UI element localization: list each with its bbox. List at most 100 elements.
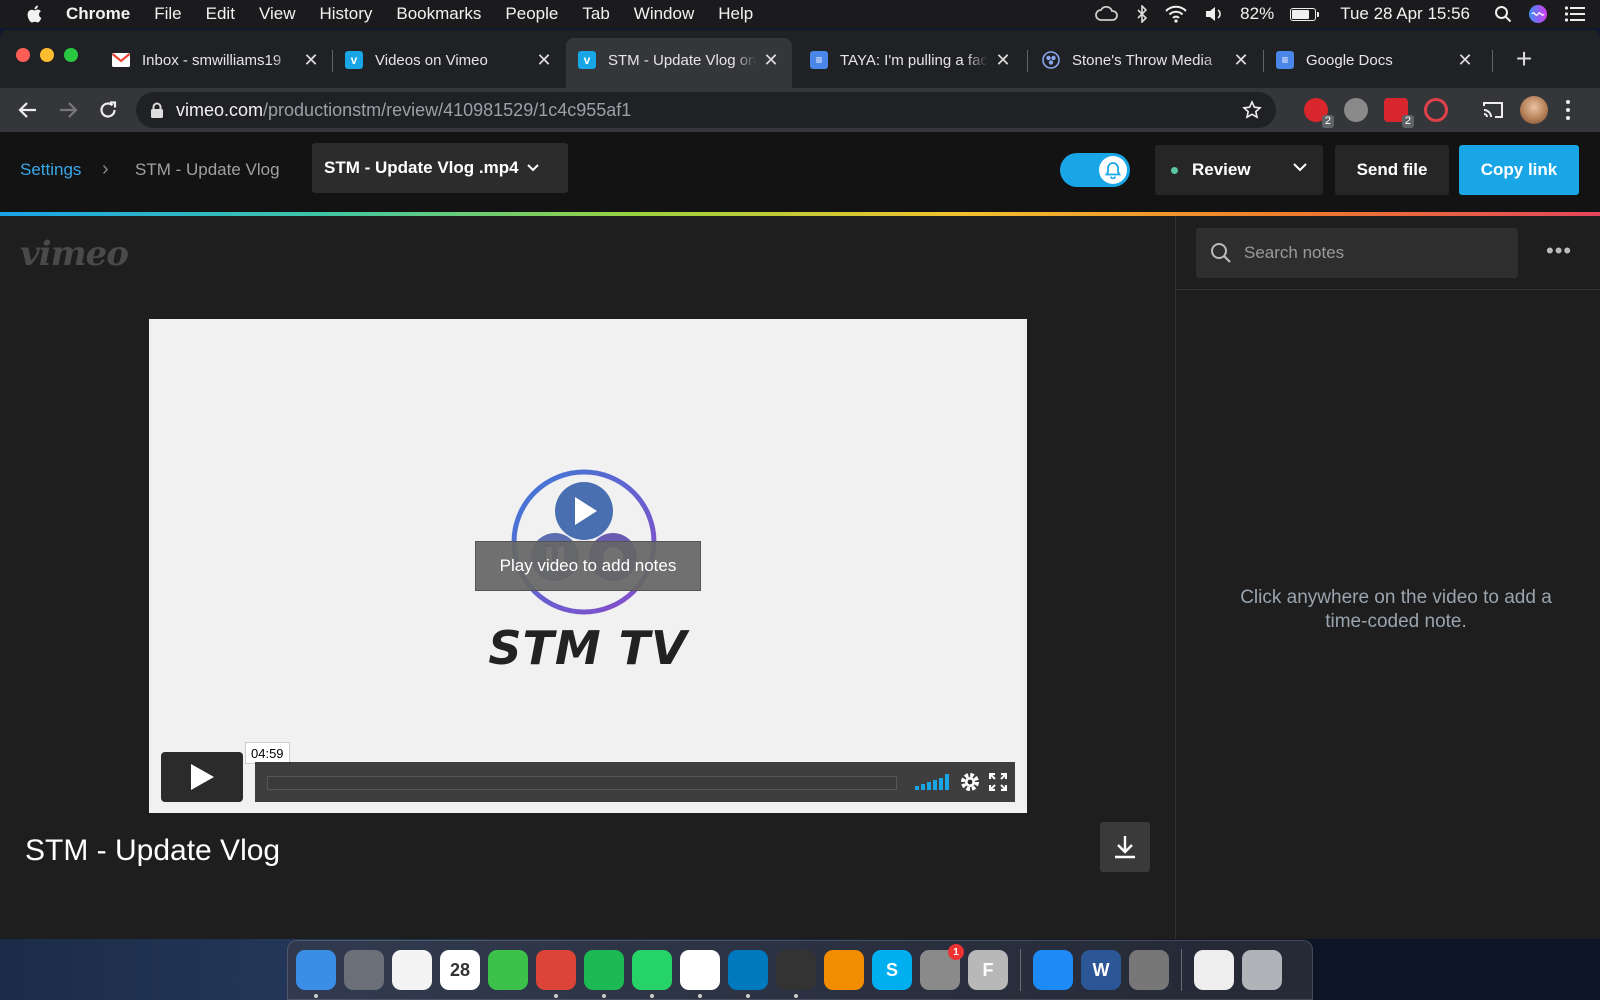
review-status-dropdown[interactable]: Review — [1155, 145, 1323, 195]
extension-red-icon[interactable]: 2 — [1304, 98, 1334, 128]
running-indicator — [794, 994, 798, 998]
download-button[interactable] — [1100, 822, 1150, 872]
close-tab-icon[interactable]: ✕ — [994, 50, 1012, 71]
font-book-icon[interactable]: F — [968, 950, 1008, 990]
music-file-icon[interactable] — [1194, 950, 1234, 990]
menu-edit[interactable]: Edit — [206, 4, 235, 24]
url-host: vimeo.com — [176, 99, 264, 120]
menu-bookmarks[interactable]: Bookmarks — [396, 4, 481, 24]
bookmark-star-icon[interactable] — [1242, 100, 1262, 120]
video-player[interactable]: STM TV Play video to add notes 04:59 — [149, 319, 1027, 813]
facetime-icon[interactable] — [488, 950, 528, 990]
dock-separator — [1181, 949, 1182, 991]
close-window-button[interactable] — [16, 48, 30, 62]
play-button[interactable] — [161, 752, 243, 802]
running-indicator — [698, 994, 702, 998]
finder-icon[interactable] — [296, 950, 336, 998]
word-icon[interactable]: W — [1081, 950, 1121, 990]
breadcrumb-video[interactable]: STM - Update Vlog — [135, 160, 280, 180]
trello-icon[interactable] — [728, 950, 768, 998]
battery-icon[interactable] — [1290, 7, 1320, 21]
fullscreen-icon[interactable] — [989, 773, 1007, 791]
forward-button[interactable] — [54, 96, 82, 124]
creative-cloud-icon[interactable] — [1094, 6, 1120, 22]
menu-help[interactable]: Help — [718, 4, 753, 24]
docs-icon: ≡ — [1276, 51, 1294, 69]
final-cut-icon[interactable] — [776, 950, 816, 998]
dock-icon-label: S — [885, 959, 898, 980]
directory-utility-icon[interactable] — [1129, 950, 1169, 990]
tab-stones-throw-media[interactable]: Stone's Throw Media ✕ — [1030, 40, 1262, 80]
search-notes-input[interactable] — [1244, 243, 1494, 263]
tab-gmail-inbox[interactable]: Inbox - smwilliams19 ✕ — [100, 40, 332, 80]
more-options-icon[interactable]: ••• — [1546, 238, 1572, 264]
notifications-toggle[interactable] — [1060, 153, 1130, 187]
spotify-icon[interactable] — [584, 950, 624, 998]
search-notes-field[interactable] — [1196, 228, 1518, 278]
photos-icon[interactable] — [392, 950, 432, 990]
menu-people[interactable]: People — [505, 4, 558, 24]
tab-google-docs[interactable]: ≡ Google Docs ✕ — [1264, 40, 1486, 80]
extension-red-dots-icon[interactable]: 2 — [1384, 98, 1414, 128]
whatsapp-icon[interactable] — [632, 950, 672, 998]
trash-icon[interactable] — [1242, 950, 1282, 990]
reload-button[interactable] — [94, 96, 122, 124]
play-icon — [191, 764, 214, 790]
spotlight-search-icon[interactable] — [1494, 5, 1512, 23]
maximize-window-button[interactable] — [64, 48, 78, 62]
breadcrumb-settings[interactable]: Settings — [20, 160, 81, 180]
progress-bar[interactable] — [267, 776, 897, 790]
menu-tab[interactable]: Tab — [582, 4, 609, 24]
volume-icon[interactable] — [915, 774, 949, 790]
system-prefs-icon[interactable]: 1 — [920, 944, 964, 990]
new-tab-button[interactable]: + — [1508, 44, 1540, 76]
close-tab-icon[interactable]: ✕ — [1456, 50, 1474, 71]
tab-videos-on-vimeo[interactable]: v Videos on Vimeo ✕ — [333, 40, 565, 80]
cast-icon[interactable] — [1482, 100, 1504, 120]
safari-icon[interactable] — [1033, 950, 1073, 990]
calendar-icon[interactable]: 28 — [440, 950, 480, 990]
chrome-icon[interactable] — [536, 950, 576, 998]
volume-icon[interactable] — [1204, 5, 1224, 23]
chevron-down-icon — [526, 164, 539, 172]
copy-link-button[interactable]: Copy link — [1459, 145, 1579, 195]
running-indicator — [554, 994, 558, 998]
wifi-icon[interactable] — [1164, 5, 1188, 23]
gear-icon[interactable] — [959, 771, 981, 793]
extension-gray-icon[interactable] — [1344, 98, 1368, 122]
bluetooth-icon[interactable] — [1136, 5, 1148, 23]
menu-view[interactable]: View — [259, 4, 296, 24]
address-bar[interactable]: vimeo.com/productionstm/review/410981529… — [136, 92, 1276, 128]
notification-center-icon[interactable] — [1564, 5, 1586, 23]
vimeo-logo[interactable]: vimeo — [20, 234, 129, 274]
tab-separator — [1027, 50, 1028, 72]
close-tab-icon[interactable]: ✕ — [762, 50, 780, 71]
menubar-clock[interactable]: Tue 28 Apr 15:56 — [1340, 4, 1470, 24]
back-button[interactable] — [14, 96, 42, 124]
menu-window[interactable]: Window — [634, 4, 694, 24]
chevron-down-icon — [1293, 163, 1307, 172]
launchpad-icon[interactable] — [344, 950, 384, 990]
extension-spiral-icon[interactable] — [1424, 98, 1448, 122]
file-version-select[interactable]: STM - Update Vlog .mp4 — [312, 143, 568, 193]
menu-app-name[interactable]: Chrome — [66, 4, 130, 24]
slack-icon[interactable] — [680, 950, 720, 998]
menu-file[interactable]: File — [154, 4, 181, 24]
vlc-icon[interactable] — [824, 950, 864, 990]
send-file-button[interactable]: Send file — [1335, 145, 1449, 195]
skype-icon[interactable]: S — [872, 950, 912, 990]
tab-title: Videos on Vimeo — [375, 51, 488, 69]
tab-stm-update-vlog[interactable]: v STM - Update Vlog on ✕ — [566, 38, 792, 88]
minimize-window-button[interactable] — [40, 48, 54, 62]
close-tab-icon[interactable]: ✕ — [302, 50, 320, 71]
close-tab-icon[interactable]: ✕ — [1232, 50, 1250, 71]
close-tab-icon[interactable]: ✕ — [535, 50, 553, 71]
apple-icon[interactable] — [24, 3, 46, 25]
menu-history[interactable]: History — [319, 4, 372, 24]
profile-avatar[interactable] — [1520, 96, 1548, 124]
running-indicator — [314, 994, 318, 998]
tab-taya[interactable]: ≡ TAYA: I'm pulling a fac ✕ — [798, 40, 1024, 80]
siri-icon[interactable] — [1528, 4, 1548, 24]
lock-icon[interactable] — [150, 102, 164, 118]
chrome-menu-icon[interactable] — [1566, 100, 1572, 120]
